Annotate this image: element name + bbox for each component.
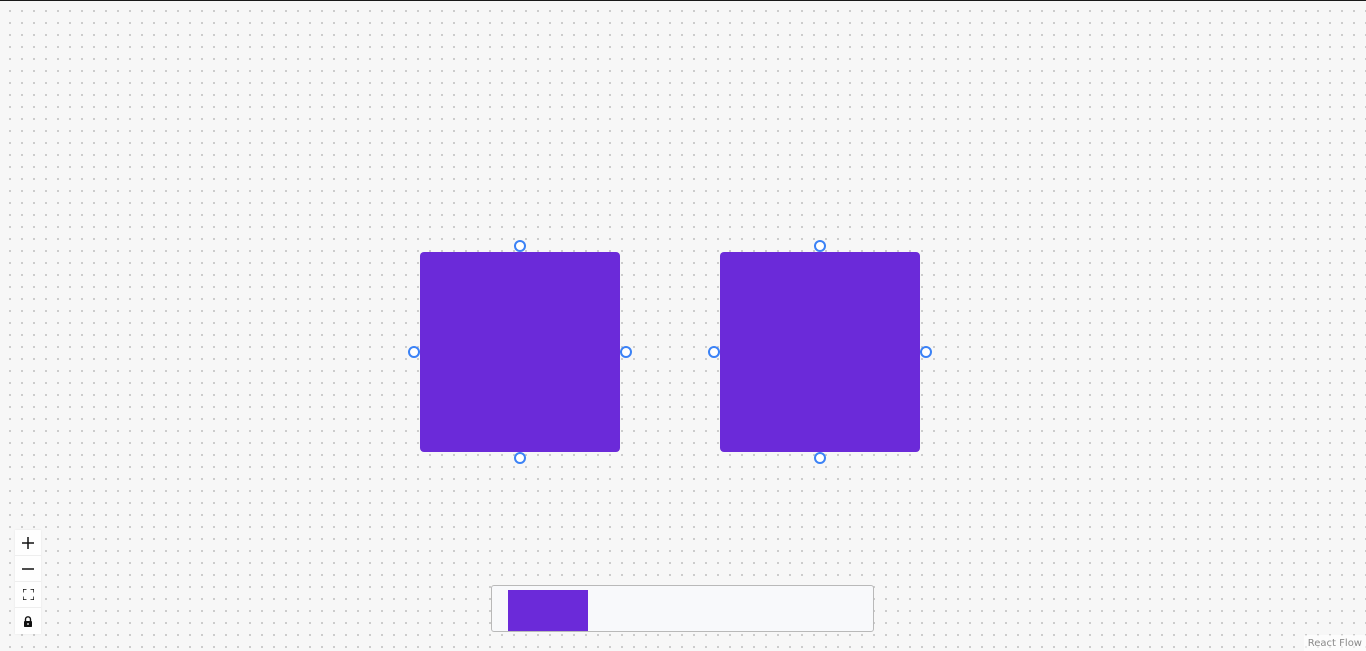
flow-canvas[interactable]: React Flow <box>0 0 1366 651</box>
zoom-in-button[interactable] <box>15 530 41 556</box>
flow-controls <box>15 530 41 634</box>
minimap[interactable] <box>491 585 874 632</box>
node-1-handle-top[interactable] <box>514 240 526 252</box>
lock-icon <box>24 615 32 627</box>
minimap-node <box>508 590 588 631</box>
node-1-handle-bottom[interactable] <box>514 452 526 464</box>
react-flow-attribution[interactable]: React Flow <box>1303 635 1366 651</box>
minus-icon <box>22 567 34 570</box>
node-2-handle-top[interactable] <box>814 240 826 252</box>
node-2-handle-left[interactable] <box>708 346 720 358</box>
node-1-handle-left[interactable] <box>408 346 420 358</box>
fit-view-button[interactable] <box>15 582 41 608</box>
fit-view-icon <box>22 589 34 600</box>
flow-node-2[interactable] <box>720 252 920 452</box>
flow-node-1[interactable] <box>420 252 620 452</box>
node-1-handle-right[interactable] <box>620 346 632 358</box>
zoom-out-button[interactable] <box>15 556 41 582</box>
attribution-label[interactable]: React Flow <box>1308 638 1362 649</box>
lock-button[interactable] <box>15 608 41 634</box>
plus-icon <box>22 536 34 549</box>
node-2-handle-right[interactable] <box>920 346 932 358</box>
node-2-handle-bottom[interactable] <box>814 452 826 464</box>
